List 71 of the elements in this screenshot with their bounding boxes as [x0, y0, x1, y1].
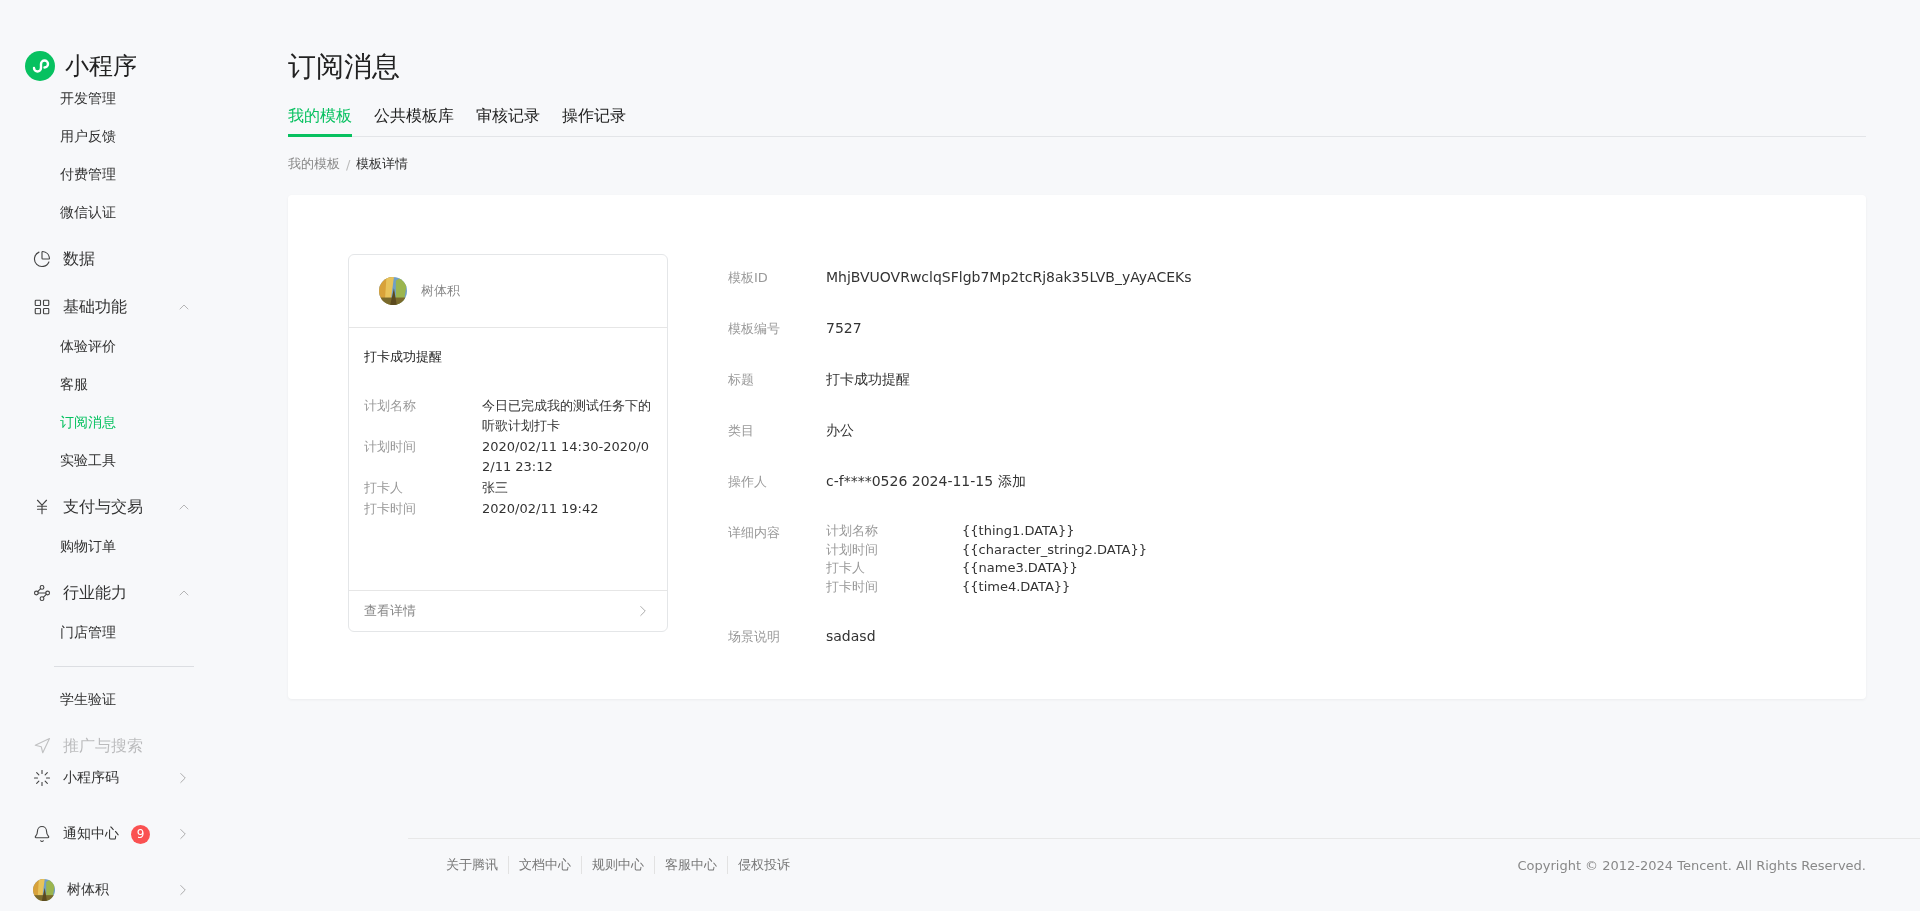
- grid-icon: [33, 298, 51, 316]
- nav-item[interactable]: 客服: [0, 366, 250, 404]
- field-value: 2020/02/11 19:42: [482, 500, 600, 518]
- detail-value: c-f****0526 2024-11-15 添加: [826, 472, 1026, 491]
- breadcrumb-item[interactable]: 我的模板: [288, 155, 340, 173]
- field-label: 计划时间: [364, 438, 417, 456]
- field-key: {{time4.DATA}}: [962, 577, 1148, 596]
- nav-item[interactable]: 付费管理: [0, 156, 250, 194]
- tab[interactable]: 审核记录: [476, 106, 540, 137]
- detail-value: 7527: [826, 319, 862, 338]
- app-title: 小程序: [65, 51, 137, 82]
- field-name: 打卡人: [826, 559, 866, 577]
- nav-item[interactable]: 小程序码: [63, 769, 119, 787]
- field-label: 打卡人: [364, 479, 404, 497]
- detail-label: 详细内容: [728, 524, 781, 542]
- nav-item[interactable]: 微信认证: [0, 194, 250, 232]
- field-value: 张三: [482, 479, 509, 497]
- nav-section[interactable]: 支付与交易: [63, 496, 164, 518]
- nav-item[interactable]: 实验工具: [0, 442, 250, 480]
- view-details-link[interactable]: 查看详情: [364, 602, 416, 620]
- pie-chart-icon: [33, 250, 51, 268]
- detail-value: MhjBVUOVRwclqSFlgb7Mp2tcRj8ak35LVB_yAyACEKs: [826, 268, 1192, 287]
- message-title: 打卡成功提醒: [364, 348, 443, 366]
- logo-icon: [25, 51, 55, 81]
- nav-item[interactable]: 学生验证: [0, 681, 250, 719]
- detail-value: 打卡成功提醒: [826, 370, 910, 389]
- arrow-icon: [33, 737, 51, 755]
- bell-icon: [33, 825, 51, 843]
- page-title: 订阅消息: [288, 49, 401, 85]
- field-label: 计划名称: [364, 397, 417, 415]
- account-name: 树体积: [421, 282, 460, 300]
- field-key: {{name3.DATA}}: [962, 559, 1148, 578]
- detail-label: 操作人: [728, 473, 768, 491]
- detail-label: 模板ID: [728, 269, 769, 287]
- nodes-icon: [33, 584, 51, 602]
- nav-item[interactable]: 门店管理: [0, 614, 250, 652]
- detail-value: sadasd: [826, 627, 876, 646]
- footer-link[interactable]: 关于腾讯: [446, 856, 508, 874]
- nav-item[interactable]: 树体积: [67, 881, 109, 899]
- nav-section[interactable]: 行业能力: [63, 582, 164, 604]
- field-key: {{thing1.DATA}}: [962, 522, 1148, 541]
- field-label: 打卡时间: [364, 500, 417, 518]
- field-value: 2020/02/11 14:30-2020/02/11 23:12: [482, 438, 650, 476]
- detail-label: 类目: [728, 422, 755, 440]
- footer-link[interactable]: 规则中心: [581, 856, 654, 874]
- breadcrumb-separator: /: [346, 156, 351, 172]
- field-name: 计划时间: [826, 540, 879, 559]
- tab[interactable]: 操作记录: [562, 106, 626, 137]
- nav-item[interactable]: 开发管理: [0, 92, 250, 118]
- nav-item[interactable]: 购物订单: [0, 528, 250, 566]
- detail-label: 标题: [728, 371, 755, 389]
- tab[interactable]: 公共模板库: [374, 106, 454, 137]
- nav-item[interactable]: 体验评价: [0, 328, 250, 366]
- copyright-text: Copyright © 2012-2024 Tencent. All Rights Reserved.: [1517, 857, 1866, 873]
- sparkle-icon: [33, 769, 51, 787]
- field-key: {{character_string2.DATA}}: [962, 540, 1148, 559]
- nav-section[interactable]: 数据: [63, 248, 250, 270]
- detail-label: 模板编号: [728, 320, 781, 338]
- footer-link[interactable]: 客服中心: [654, 856, 727, 874]
- field-name: 打卡时间: [826, 577, 879, 596]
- nav-item[interactable]: 通知中心: [63, 825, 119, 843]
- detail-label: 场景说明: [728, 628, 781, 646]
- field-value: 今日已完成我的测试任务下的听歌计划打卡: [482, 397, 652, 435]
- nav-item[interactable]: 用户反馈: [0, 118, 250, 156]
- count-badge: 9: [131, 824, 150, 844]
- field-name: 计划名称: [826, 522, 879, 540]
- footer-link[interactable]: 文档中心: [508, 856, 581, 874]
- footer-link[interactable]: 侵权投诉: [727, 856, 800, 874]
- nav-section[interactable]: 基础功能: [63, 296, 164, 318]
- breadcrumb-item: 模板详情: [356, 155, 409, 173]
- detail-value: 办公: [826, 421, 854, 440]
